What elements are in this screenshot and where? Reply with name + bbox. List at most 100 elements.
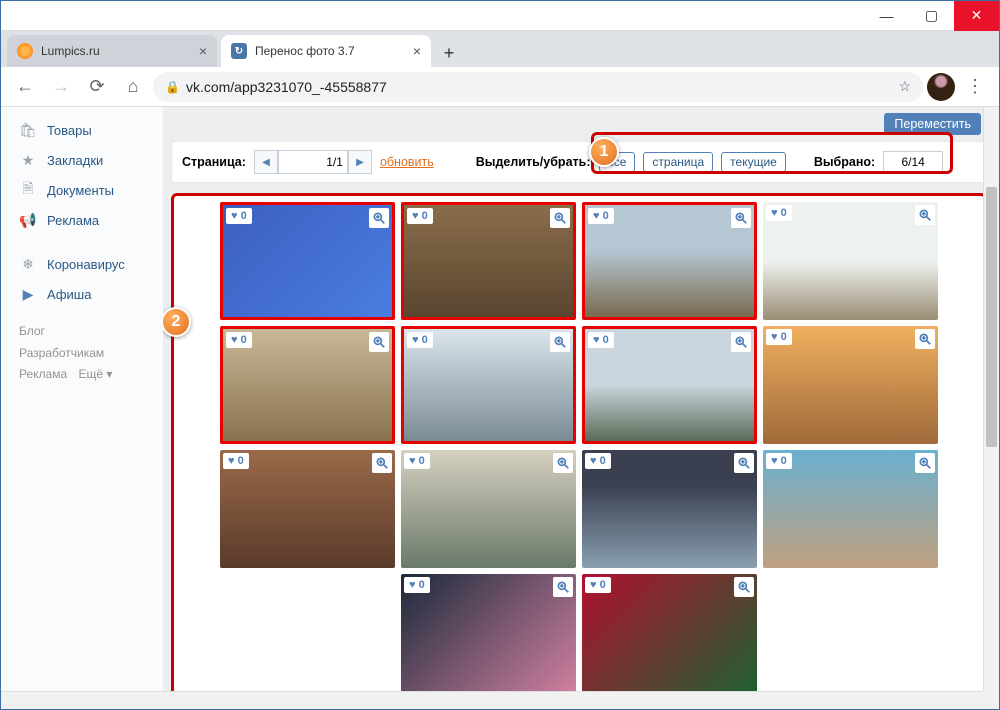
thumbnail[interactable]: ♥ 0: [220, 202, 395, 320]
zoom-icon[interactable]: [915, 329, 935, 349]
zoom-icon[interactable]: [550, 332, 570, 352]
menu-button[interactable]: ⋮: [959, 71, 991, 103]
zoom-icon[interactable]: [553, 453, 573, 473]
callout-1: 1: [589, 137, 619, 167]
select-page-button[interactable]: страница: [643, 152, 713, 172]
zoom-icon[interactable]: [915, 205, 935, 225]
like-counter[interactable]: ♥ 0: [407, 208, 433, 224]
sidebar-item-ads[interactable]: 📢 Реклама: [1, 205, 163, 235]
bookmark-star-icon[interactable]: ☆: [898, 78, 911, 95]
like-counter[interactable]: ♥ 0: [766, 329, 792, 345]
url-text: vk.com/app3231070_-45558877: [186, 79, 387, 95]
zoom-icon[interactable]: [369, 332, 389, 352]
thumbnail-grid: ♥ 0 ♥ 0 ♥ 0 ♥ 0 ♥ 0 ♥ 0 ♥ 0 ♥ 0 ♥ 0 ♥ 0 ♥ 0 ♥ 0 ♥ 0 ♥…: [180, 202, 978, 692]
like-counter[interactable]: ♥ 0: [226, 332, 252, 348]
footer-link[interactable]: Блог: [19, 324, 45, 338]
main-panel: Переместить Страница: ◀ ▶ обновить Выдел…: [163, 107, 999, 709]
move-button[interactable]: Переместить: [884, 113, 981, 135]
like-counter[interactable]: ♥ 0: [766, 453, 792, 469]
like-counter[interactable]: ♥ 0: [585, 453, 611, 469]
thumbnail-grid-wrap: ♥ 0 ♥ 0 ♥ 0 ♥ 0 ♥ 0 ♥ 0 ♥ 0 ♥ 0 ♥ 0 ♥ 0 ♥ 0 ♥ 0 ♥ 0 ♥…: [171, 193, 987, 701]
footer-link[interactable]: Ещё ▾: [78, 367, 112, 381]
zoom-icon[interactable]: [915, 453, 935, 473]
page-content: 🛍 Товары ★ Закладки 🗎 Документы 📢 Реклам…: [1, 107, 999, 709]
zoom-icon[interactable]: [553, 577, 573, 597]
like-counter[interactable]: ♥ 0: [766, 205, 792, 221]
address-bar: ← → ⟳ ⌂ 🔒 vk.com/app3231070_-45558877 ☆ …: [1, 67, 999, 107]
thumbnail[interactable]: ♥ 0: [220, 450, 395, 568]
tab-label: Перенос фото 3.7: [255, 44, 355, 58]
thumbnail[interactable]: ♥ 0: [582, 574, 757, 692]
zoom-icon[interactable]: [731, 208, 751, 228]
tab-lumpics[interactable]: Lumpics.ru ×: [7, 35, 217, 67]
refresh-link[interactable]: обновить: [380, 155, 434, 169]
sidebar-item-label: Коронавирус: [47, 257, 125, 272]
thumbnail[interactable]: ♥ 0: [582, 450, 757, 568]
close-tab-icon[interactable]: ×: [413, 43, 421, 59]
close-tab-icon[interactable]: ×: [199, 43, 207, 59]
maximize-button[interactable]: ▢: [909, 1, 954, 31]
like-counter[interactable]: ♥ 0: [404, 577, 430, 593]
forward-button[interactable]: →: [45, 71, 77, 103]
like-counter[interactable]: ♥ 0: [588, 332, 614, 348]
sidebar-item-label: Реклама: [47, 213, 99, 228]
close-window-button[interactable]: ✕: [954, 1, 999, 31]
sidebar-item-label: Афиша: [47, 287, 91, 302]
thumbnail[interactable]: ♥ 0: [401, 574, 576, 692]
sidebar-item-documents[interactable]: 🗎 Документы: [1, 175, 163, 205]
url-field[interactable]: 🔒 vk.com/app3231070_-45558877 ☆: [153, 72, 923, 102]
sidebar-item-coronavirus[interactable]: ❄ Коронавирус: [1, 249, 163, 279]
horizontal-scrollbar[interactable]: [1, 691, 983, 709]
back-button[interactable]: ←: [9, 71, 41, 103]
thumbnail[interactable]: ♥ 0: [401, 326, 576, 444]
controls-bar: Страница: ◀ ▶ обновить Выделить/убрать: …: [171, 141, 987, 183]
zoom-icon[interactable]: [734, 577, 754, 597]
selected-label: Выбрано:: [814, 155, 875, 169]
page-input[interactable]: [278, 150, 348, 174]
sidebar-item-bookmarks[interactable]: ★ Закладки: [1, 145, 163, 175]
bag-icon: 🛍: [19, 121, 37, 139]
like-counter[interactable]: ♥ 0: [588, 208, 614, 224]
browser-window: — ▢ ✕ Lumpics.ru × ↻ Перенос фото 3.7 × …: [0, 0, 1000, 710]
page-prev-button[interactable]: ◀: [254, 150, 278, 174]
zoom-icon[interactable]: [369, 208, 389, 228]
vertical-scrollbar[interactable]: [983, 107, 999, 691]
profile-avatar[interactable]: [927, 73, 955, 101]
zoom-icon[interactable]: [734, 453, 754, 473]
like-counter[interactable]: ♥ 0: [404, 453, 430, 469]
lock-icon: 🔒: [165, 80, 180, 94]
thumbnail[interactable]: ♥ 0: [582, 326, 757, 444]
pager: ◀ ▶: [254, 150, 372, 174]
select-current-button[interactable]: текущие: [721, 152, 786, 172]
thumbnail[interactable]: ♥ 0: [401, 202, 576, 320]
page-label: Страница:: [182, 155, 246, 169]
like-counter[interactable]: ♥ 0: [223, 453, 249, 469]
footer-link[interactable]: Реклама: [19, 367, 67, 381]
page-next-button[interactable]: ▶: [348, 150, 372, 174]
thumbnail[interactable]: ♥ 0: [763, 202, 938, 320]
like-counter[interactable]: ♥ 0: [226, 208, 252, 224]
zoom-icon[interactable]: [372, 453, 392, 473]
thumbnail[interactable]: ♥ 0: [401, 450, 576, 568]
document-icon: 🗎: [19, 181, 37, 199]
sidebar-footer: Блог Разработчикам Реклама Ещё ▾: [1, 309, 163, 398]
thumbnail[interactable]: ♥ 0: [582, 202, 757, 320]
thumbnail[interactable]: ♥ 0: [763, 326, 938, 444]
like-counter[interactable]: ♥ 0: [407, 332, 433, 348]
footer-link[interactable]: Разработчикам: [19, 346, 104, 360]
reload-button[interactable]: ⟳: [81, 71, 113, 103]
like-counter[interactable]: ♥ 0: [585, 577, 611, 593]
sidebar-item-goods[interactable]: 🛍 Товары: [1, 115, 163, 145]
zoom-icon[interactable]: [550, 208, 570, 228]
tab-strip: Lumpics.ru × ↻ Перенос фото 3.7 × +: [1, 31, 999, 67]
thumbnail[interactable]: ♥ 0: [763, 450, 938, 568]
thumbnail[interactable]: ♥ 0: [220, 326, 395, 444]
select-label: Выделить/убрать:: [476, 155, 591, 169]
megaphone-icon: 📢: [19, 211, 37, 229]
home-button[interactable]: ⌂: [117, 71, 149, 103]
sidebar-item-afisha[interactable]: ▶ Афиша: [1, 279, 163, 309]
zoom-icon[interactable]: [731, 332, 751, 352]
minimize-button[interactable]: —: [864, 1, 909, 31]
tab-app[interactable]: ↻ Перенос фото 3.7 ×: [221, 35, 431, 67]
new-tab-button[interactable]: +: [435, 39, 463, 67]
